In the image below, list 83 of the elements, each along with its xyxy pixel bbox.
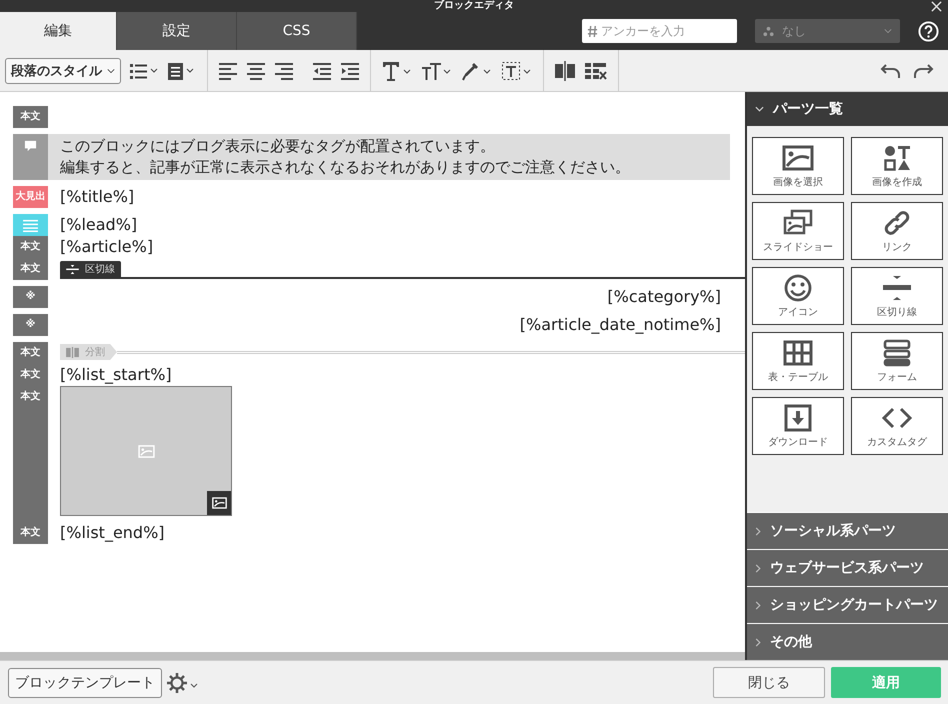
caret-icon <box>884 28 892 34</box>
section-header[interactable]: ショッピングカートパーツ <box>747 586 948 623</box>
tab[interactable]: 編集 <box>0 12 117 50</box>
settings-icon[interactable] <box>166 672 200 694</box>
download-icon <box>782 404 814 432</box>
parts-tile[interactable]: 画像を選択 <box>752 137 844 195</box>
comment-label[interactable] <box>13 134 48 180</box>
align-left-icon[interactable] <box>218 60 238 80</box>
scrollbar[interactable] <box>0 652 745 660</box>
section-title: パーツ一覧 <box>773 100 843 118</box>
anchor-field[interactable]: アンカーを入力 <box>582 19 737 43</box>
template-tag-text: [%list_end%] <box>60 523 165 542</box>
chevron-right-icon <box>755 564 761 572</box>
section-header[interactable]: ウェブサービス系パーツ <box>747 549 948 586</box>
block-template-button[interactable]: ブロックテンプレート <box>8 668 162 698</box>
parts-tile[interactable]: スライドショー <box>752 202 844 260</box>
comment-icon <box>24 140 37 153</box>
font-icon[interactable] <box>381 60 413 82</box>
tab[interactable]: CSS <box>237 12 357 50</box>
outdent-icon[interactable] <box>312 60 332 80</box>
template-tag-text: [%article%] <box>60 237 154 256</box>
block-label[interactable]: 本文 <box>13 236 48 258</box>
image-icon <box>212 497 226 509</box>
help-icon[interactable] <box>918 20 939 42</box>
split-icon <box>66 346 79 358</box>
divider-icon <box>881 274 913 302</box>
align-right-icon[interactable] <box>274 60 294 80</box>
section-title: ウェブサービス系パーツ <box>770 559 924 577</box>
parts-tile[interactable]: リンク <box>851 202 943 260</box>
template-tag-text: [%article_date_notime%] <box>520 315 721 334</box>
close-button[interactable]: 閉じる <box>713 667 825 698</box>
template-tag-text: [%category%] <box>607 287 721 306</box>
block-label[interactable]: 本文 <box>13 258 48 280</box>
parts-tile[interactable]: 画像を作成 <box>851 137 943 195</box>
chevron-down-icon <box>755 106 764 112</box>
chevron-right-icon <box>755 638 761 646</box>
slideshow-icon <box>782 208 814 236</box>
section-header[interactable]: その他 <box>747 623 948 660</box>
section-title: ソーシャル系パーツ <box>770 522 896 540</box>
block-label[interactable]: 本文 <box>13 364 48 386</box>
block-label[interactable]: 本文 <box>13 342 48 364</box>
divider-icon <box>66 264 79 274</box>
form-icon <box>881 338 913 366</box>
block-label[interactable]: 本文 <box>13 522 48 544</box>
align-center-icon[interactable] <box>246 60 266 80</box>
tab[interactable]: 設定 <box>117 12 237 50</box>
section-title: ショッピングカートパーツ <box>770 596 938 614</box>
chevron-right-icon <box>755 526 761 536</box>
table-icon <box>782 338 814 366</box>
section-header[interactable]: パーツ一覧 <box>747 92 948 126</box>
parts-tile[interactable]: フォーム <box>851 332 943 390</box>
notice-text: 編集すると、記事が正常に表示されなくなるおそれがありますのでご注意ください。 <box>60 157 631 178</box>
parts-tile[interactable]: ダウンロード <box>752 397 844 455</box>
caret-icon <box>107 68 115 74</box>
smiley-icon <box>782 274 814 302</box>
parts-tile[interactable]: カスタムタグ <box>851 397 943 455</box>
image-button[interactable] <box>207 491 231 515</box>
section-header[interactable]: ソーシャル系パーツ <box>747 512 948 549</box>
block-label[interactable]: 本文 <box>13 386 48 522</box>
target-icon <box>763 26 774 36</box>
split-column-icon[interactable] <box>554 60 576 82</box>
paragraph-style-dropdown[interactable]: 段落のスタイル <box>5 58 121 84</box>
chevron-right-icon <box>755 600 761 610</box>
template-tag-text: [%list_start%] <box>60 365 172 384</box>
hash-icon <box>587 25 598 38</box>
image-icon <box>782 144 814 172</box>
image-icon <box>138 444 154 458</box>
lines-icon <box>23 219 38 232</box>
block-label[interactable]: ※ <box>13 314 48 336</box>
parts-tile[interactable]: 表・テーブル <box>752 332 844 390</box>
block-label[interactable]: ※ <box>13 286 48 308</box>
close-icon[interactable] <box>931 0 942 12</box>
parts-tile[interactable]: 区切り線 <box>851 267 943 325</box>
text-frame-icon[interactable] <box>501 60 533 82</box>
notice-text: このブロックにはブログ表示に必要なタグが配置されています。 <box>60 136 496 157</box>
block-label[interactable]: 本文 <box>13 106 48 128</box>
parts-tile[interactable]: アイコン <box>752 267 844 325</box>
image-placeholder[interactable] <box>60 386 232 516</box>
section-title: その他 <box>770 633 812 651</box>
template-tag-text: [%lead%] <box>60 215 138 234</box>
template-tag-text: [%title%] <box>60 187 134 206</box>
divider-chip[interactable]: 区切線 <box>60 261 121 277</box>
indent-icon[interactable] <box>340 60 360 80</box>
